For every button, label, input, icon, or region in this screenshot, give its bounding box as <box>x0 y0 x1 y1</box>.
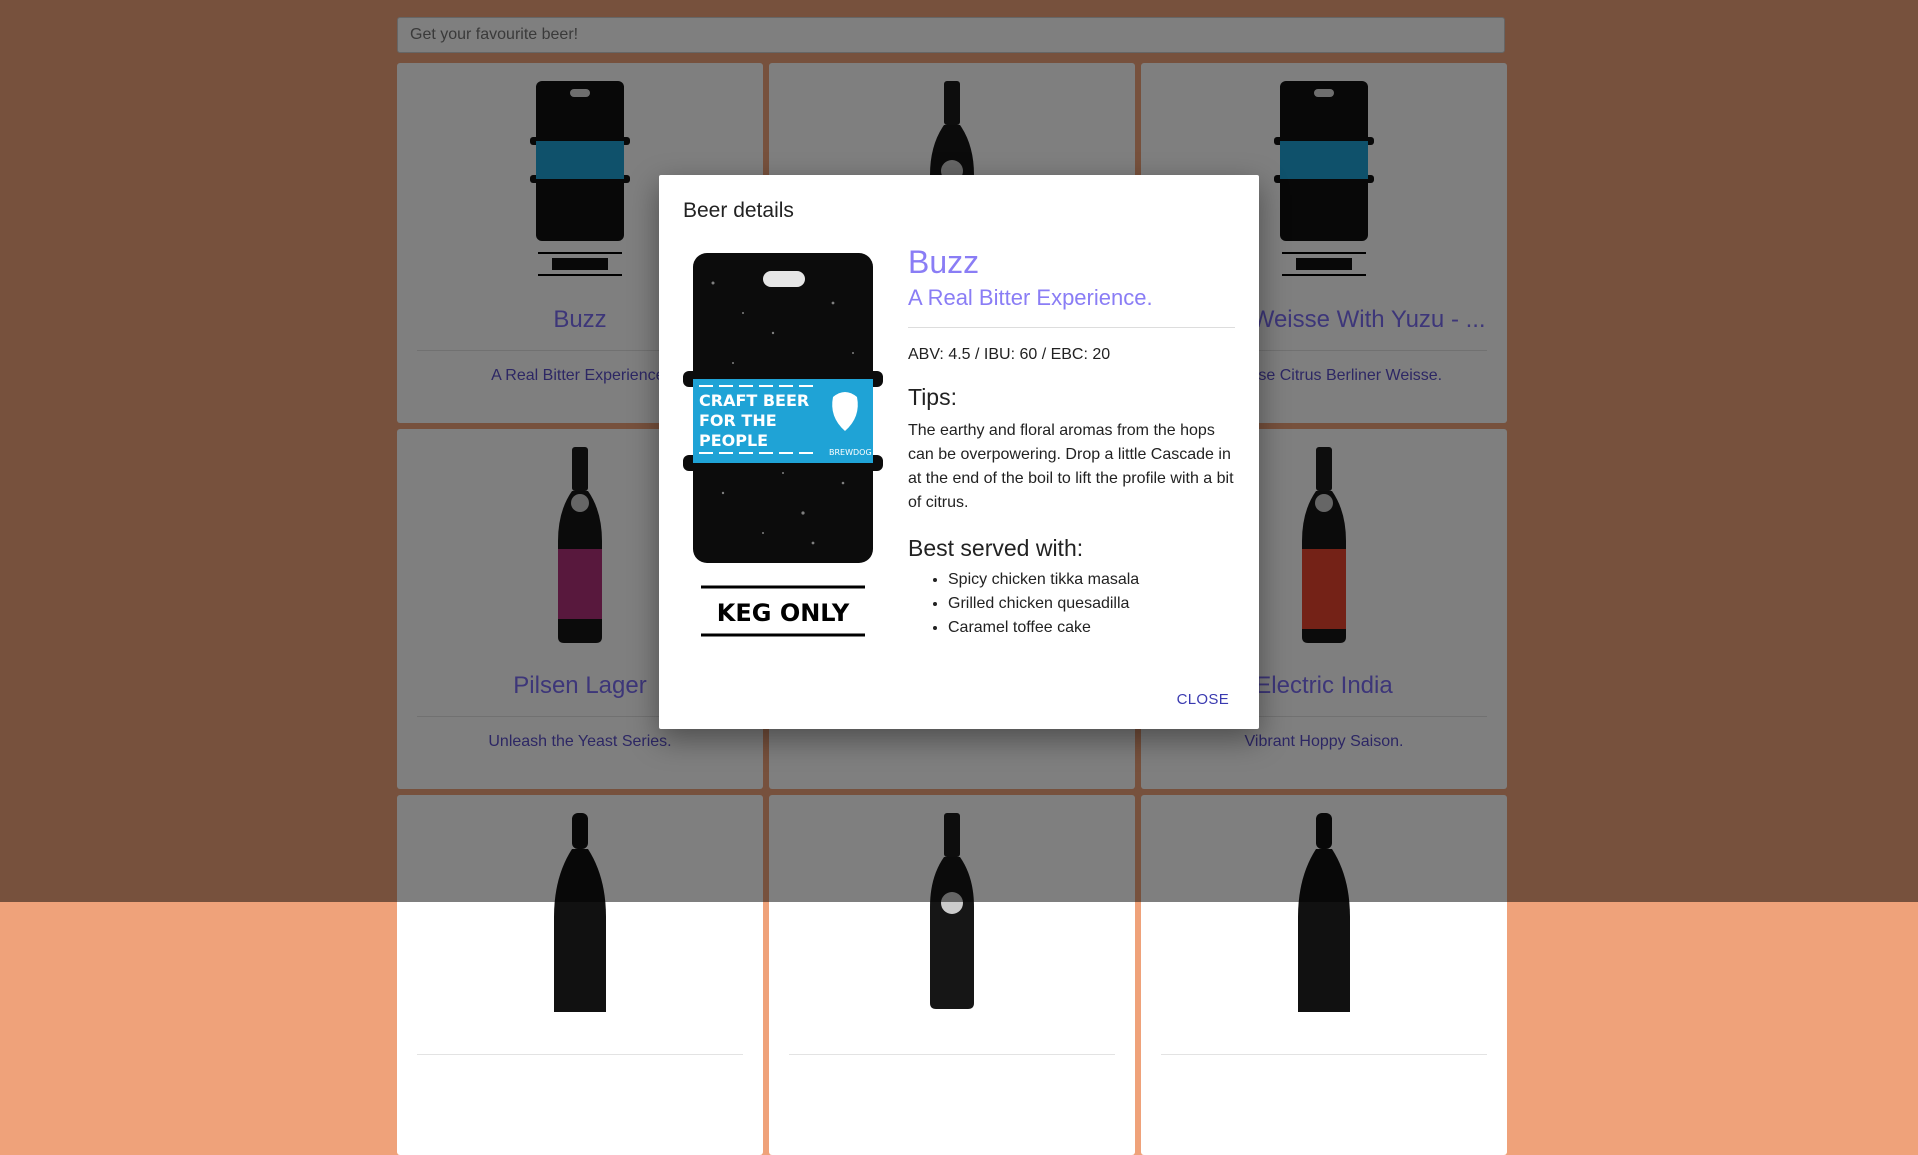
dialog-title: Beer details <box>683 199 794 222</box>
label-line-3: PEOPLE <box>699 431 768 450</box>
brand-label: BREWDOG <box>829 448 872 457</box>
dialog-body: Buzz A Real Bitter Experience. ABV: 4.5 … <box>908 243 1235 640</box>
keg-only-label: KEG ONLY <box>717 599 850 627</box>
beer-details-dialog: Beer details CRAFT BEER FOR THE PEOPLE B… <box>659 175 1259 729</box>
tips-text: The earthy and floral aromas from the ho… <box>908 422 1234 511</box>
label-line-2: FOR THE <box>699 411 777 430</box>
list-item: Spicy chicken tikka masala <box>948 568 1235 592</box>
beer-name: Buzz <box>908 244 980 280</box>
divider <box>908 327 1235 328</box>
beer-tagline: A Real Bitter Experience. <box>908 285 1153 310</box>
list-item: Grilled chicken quesadilla <box>948 592 1235 616</box>
food-pairing-heading: Best served with: <box>908 535 1084 561</box>
tips-heading: Tips: <box>908 384 957 410</box>
beer-image: CRAFT BEER FOR THE PEOPLE BREWDOG KEG ON… <box>683 253 883 637</box>
card-divider <box>1161 1054 1487 1055</box>
beer-stats: ABV: 4.5 / IBU: 60 / EBC: 20 <box>908 346 1111 363</box>
card-divider <box>417 1054 743 1055</box>
close-button[interactable]: CLOSE <box>1171 690 1235 709</box>
card-divider <box>789 1054 1115 1055</box>
list-item: Caramel toffee cake <box>948 616 1235 640</box>
food-pairing-list: Spicy chicken tikka masala Grilled chick… <box>908 568 1235 640</box>
label-line-1: CRAFT BEER <box>699 391 809 410</box>
